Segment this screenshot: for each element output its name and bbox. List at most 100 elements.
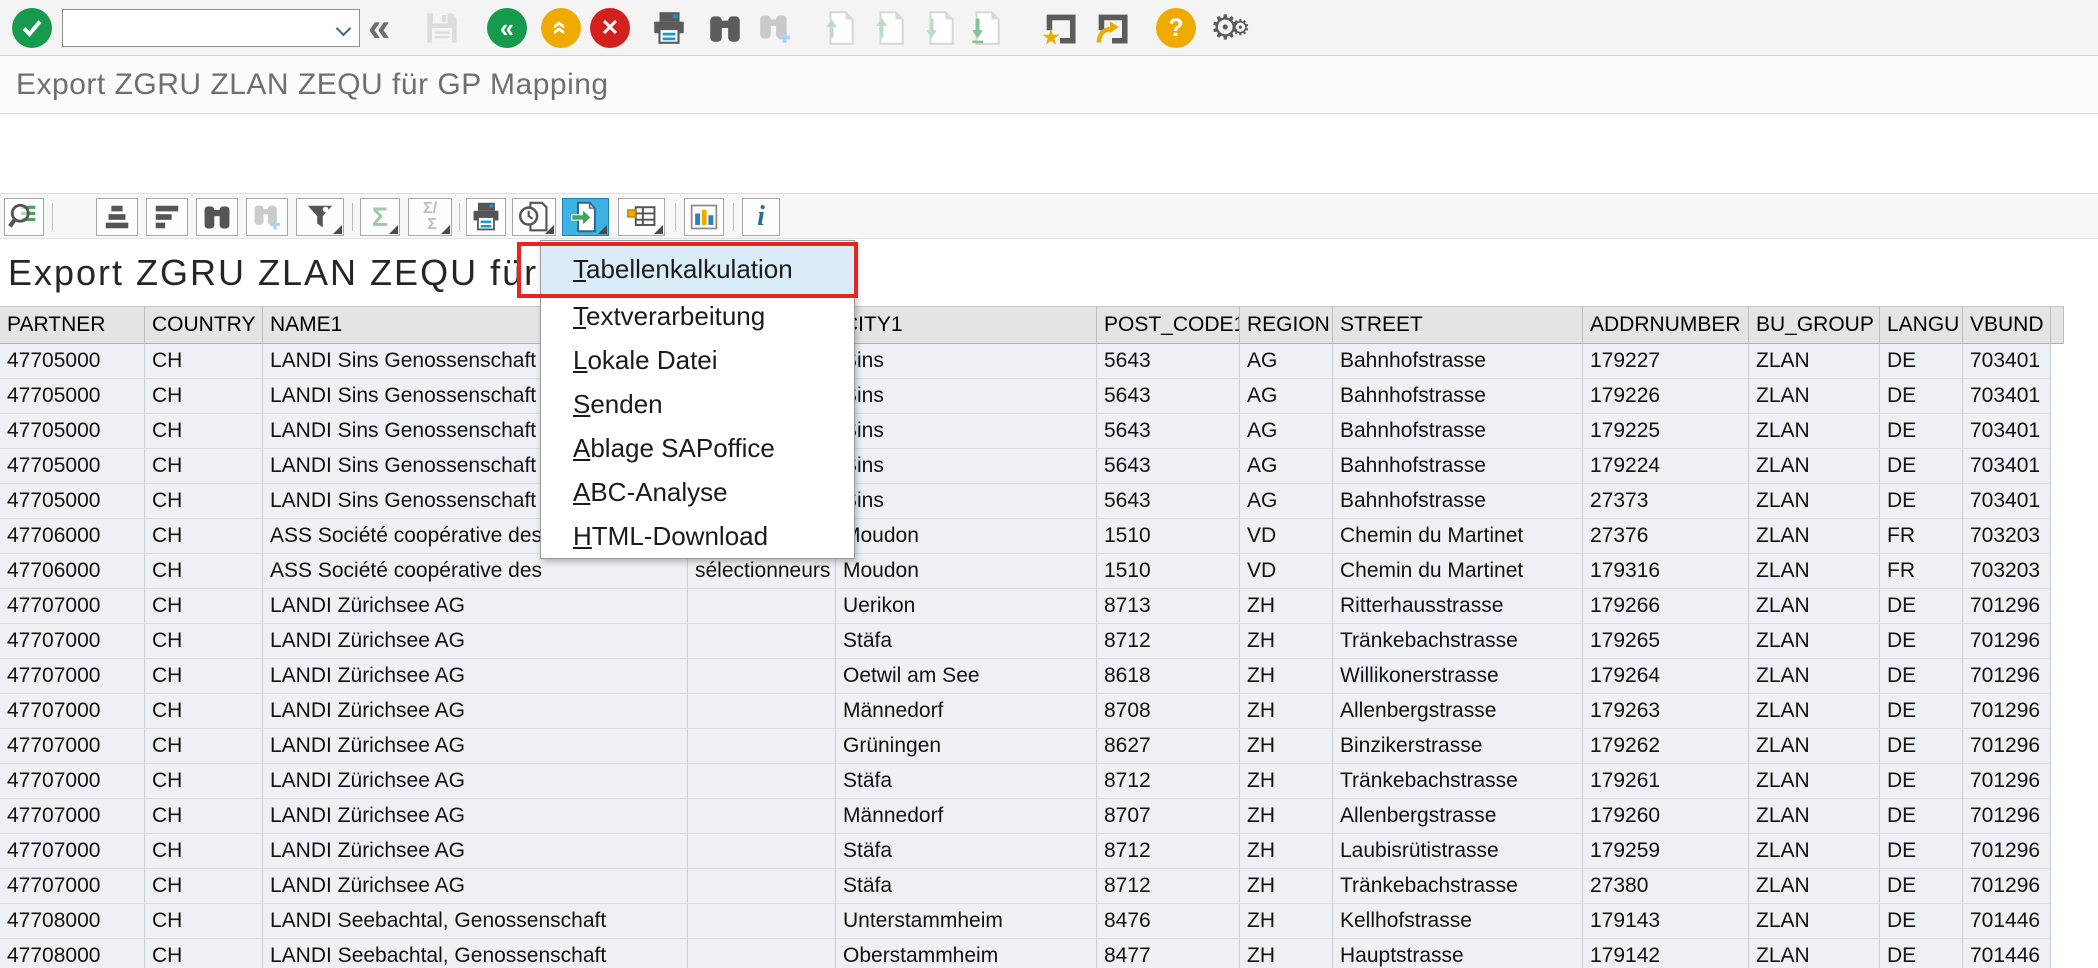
print-button-alv[interactable]: [466, 198, 506, 236]
graphic-button[interactable]: [684, 198, 724, 236]
table-cell[interactable]: CH: [145, 764, 263, 799]
table-cell[interactable]: 701446: [1963, 939, 2051, 968]
table-cell[interactable]: 179259: [1583, 834, 1749, 869]
table-cell[interactable]: CH: [145, 869, 263, 904]
table-cell[interactable]: 47705000: [0, 484, 145, 519]
table-cell[interactable]: ZH: [1240, 869, 1333, 904]
table-cell[interactable]: CH: [145, 694, 263, 729]
table-cell[interactable]: 8712: [1097, 624, 1240, 659]
table-cell[interactable]: 701296: [1963, 659, 2051, 694]
choose-layout-button[interactable]: [618, 198, 665, 236]
table-cell[interactable]: 27376: [1583, 519, 1749, 554]
table-cell[interactable]: 701296: [1963, 799, 2051, 834]
table-cell[interactable]: CH: [145, 554, 263, 589]
table-cell[interactable]: 1510: [1097, 554, 1240, 589]
table-cell[interactable]: ZLAN: [1749, 869, 1880, 904]
table-cell[interactable]: 47707000: [0, 834, 145, 869]
last-page-button[interactable]: [966, 8, 1004, 48]
table-cell[interactable]: [688, 694, 836, 729]
table-cell[interactable]: LANDI Zürichsee AG: [263, 694, 688, 729]
table-cell[interactable]: 8707: [1097, 799, 1240, 834]
table-cell[interactable]: 1510: [1097, 519, 1240, 554]
enter-button[interactable]: [12, 8, 52, 48]
table-cell[interactable]: Sins: [836, 414, 1097, 449]
table-cell[interactable]: Tränkebachstrasse: [1333, 764, 1583, 799]
table-cell[interactable]: ZLAN: [1749, 414, 1880, 449]
table-cell[interactable]: Bahnhofstrasse: [1333, 484, 1583, 519]
table-cell[interactable]: ZLAN: [1749, 519, 1880, 554]
table-cell[interactable]: ZLAN: [1749, 659, 1880, 694]
table-cell[interactable]: 703401: [1963, 414, 2051, 449]
table-cell[interactable]: 47708000: [0, 904, 145, 939]
table-cell[interactable]: ZH: [1240, 729, 1333, 764]
table-cell[interactable]: DE: [1880, 764, 1963, 799]
table-cell[interactable]: Hauptstrasse: [1333, 939, 1583, 968]
table-cell[interactable]: AG: [1240, 449, 1333, 484]
table-cell[interactable]: 179260: [1583, 799, 1749, 834]
help-button[interactable]: ?: [1156, 8, 1196, 48]
table-cell[interactable]: DE: [1880, 834, 1963, 869]
table-cell[interactable]: 5643: [1097, 414, 1240, 449]
collapse-toolbar-button[interactable]: «: [368, 8, 390, 48]
table-cell[interactable]: 179225: [1583, 414, 1749, 449]
table-cell[interactable]: Oetwil am See: [836, 659, 1097, 694]
table-cell[interactable]: Willikonerstrasse: [1333, 659, 1583, 694]
table-cell[interactable]: Sins: [836, 449, 1097, 484]
export-button[interactable]: [562, 198, 609, 236]
table-cell[interactable]: ZLAN: [1749, 344, 1880, 379]
table-cell[interactable]: [688, 624, 836, 659]
table-cell[interactable]: Stäfa: [836, 834, 1097, 869]
table-cell[interactable]: DE: [1880, 414, 1963, 449]
table-cell[interactable]: 47705000: [0, 449, 145, 484]
table-cell[interactable]: CH: [145, 484, 263, 519]
table-cell[interactable]: 47707000: [0, 869, 145, 904]
table-cell[interactable]: 47707000: [0, 659, 145, 694]
sort-ascending-button[interactable]: [96, 198, 138, 236]
table-cell[interactable]: DE: [1880, 484, 1963, 519]
table-cell[interactable]: LANDI Zürichsee AG: [263, 799, 688, 834]
table-cell[interactable]: ZH: [1240, 764, 1333, 799]
table-cell[interactable]: 47708000: [0, 939, 145, 968]
table-cell[interactable]: 47706000: [0, 554, 145, 589]
table-cell[interactable]: Laubisrütistrasse: [1333, 834, 1583, 869]
first-page-button[interactable]: [820, 8, 858, 48]
column-header-POST_CODE1[interactable]: POST_CODE1: [1097, 306, 1240, 344]
table-cell[interactable]: CH: [145, 624, 263, 659]
table-cell[interactable]: DE: [1880, 659, 1963, 694]
table-cell[interactable]: ZLAN: [1749, 764, 1880, 799]
table-cell[interactable]: LANDI Zürichsee AG: [263, 729, 688, 764]
table-cell[interactable]: ZH: [1240, 624, 1333, 659]
table-cell[interactable]: DE: [1880, 904, 1963, 939]
table-cell[interactable]: 8712: [1097, 764, 1240, 799]
table-cell[interactable]: LANDI Zürichsee AG: [263, 764, 688, 799]
table-cell[interactable]: ZH: [1240, 589, 1333, 624]
table-cell[interactable]: LANDI Zürichsee AG: [263, 659, 688, 694]
column-header-BU_GROUP[interactable]: BU_GROUP: [1749, 306, 1880, 344]
table-cell[interactable]: 179266: [1583, 589, 1749, 624]
table-cell[interactable]: 47705000: [0, 379, 145, 414]
table-cell[interactable]: ZLAN: [1749, 799, 1880, 834]
table-cell[interactable]: [688, 834, 836, 869]
table-cell[interactable]: LANDI Seebachtal, Genossenschaft: [263, 904, 688, 939]
table-cell[interactable]: CH: [145, 449, 263, 484]
table-cell[interactable]: 701296: [1963, 624, 2051, 659]
table-cell[interactable]: 703401: [1963, 484, 2051, 519]
table-cell[interactable]: [688, 764, 836, 799]
table-cell[interactable]: 701296: [1963, 694, 2051, 729]
table-cell[interactable]: CH: [145, 519, 263, 554]
table-cell[interactable]: Sins: [836, 344, 1097, 379]
table-cell[interactable]: 47707000: [0, 799, 145, 834]
table-cell[interactable]: Sins: [836, 484, 1097, 519]
table-cell[interactable]: 701296: [1963, 729, 2051, 764]
table-cell[interactable]: 179261: [1583, 764, 1749, 799]
table-cell[interactable]: 179263: [1583, 694, 1749, 729]
table-cell[interactable]: 179143: [1583, 904, 1749, 939]
table-cell[interactable]: LANDI Zürichsee AG: [263, 834, 688, 869]
table-cell[interactable]: 5643: [1097, 344, 1240, 379]
table-cell[interactable]: Chemin du Martinet: [1333, 519, 1583, 554]
table-cell[interactable]: Chemin du Martinet: [1333, 554, 1583, 589]
find-next-button-alv[interactable]: [246, 198, 288, 236]
column-header-LANGU[interactable]: LANGU: [1880, 306, 1963, 344]
back-button[interactable]: «: [487, 8, 527, 48]
table-cell[interactable]: 179142: [1583, 939, 1749, 968]
